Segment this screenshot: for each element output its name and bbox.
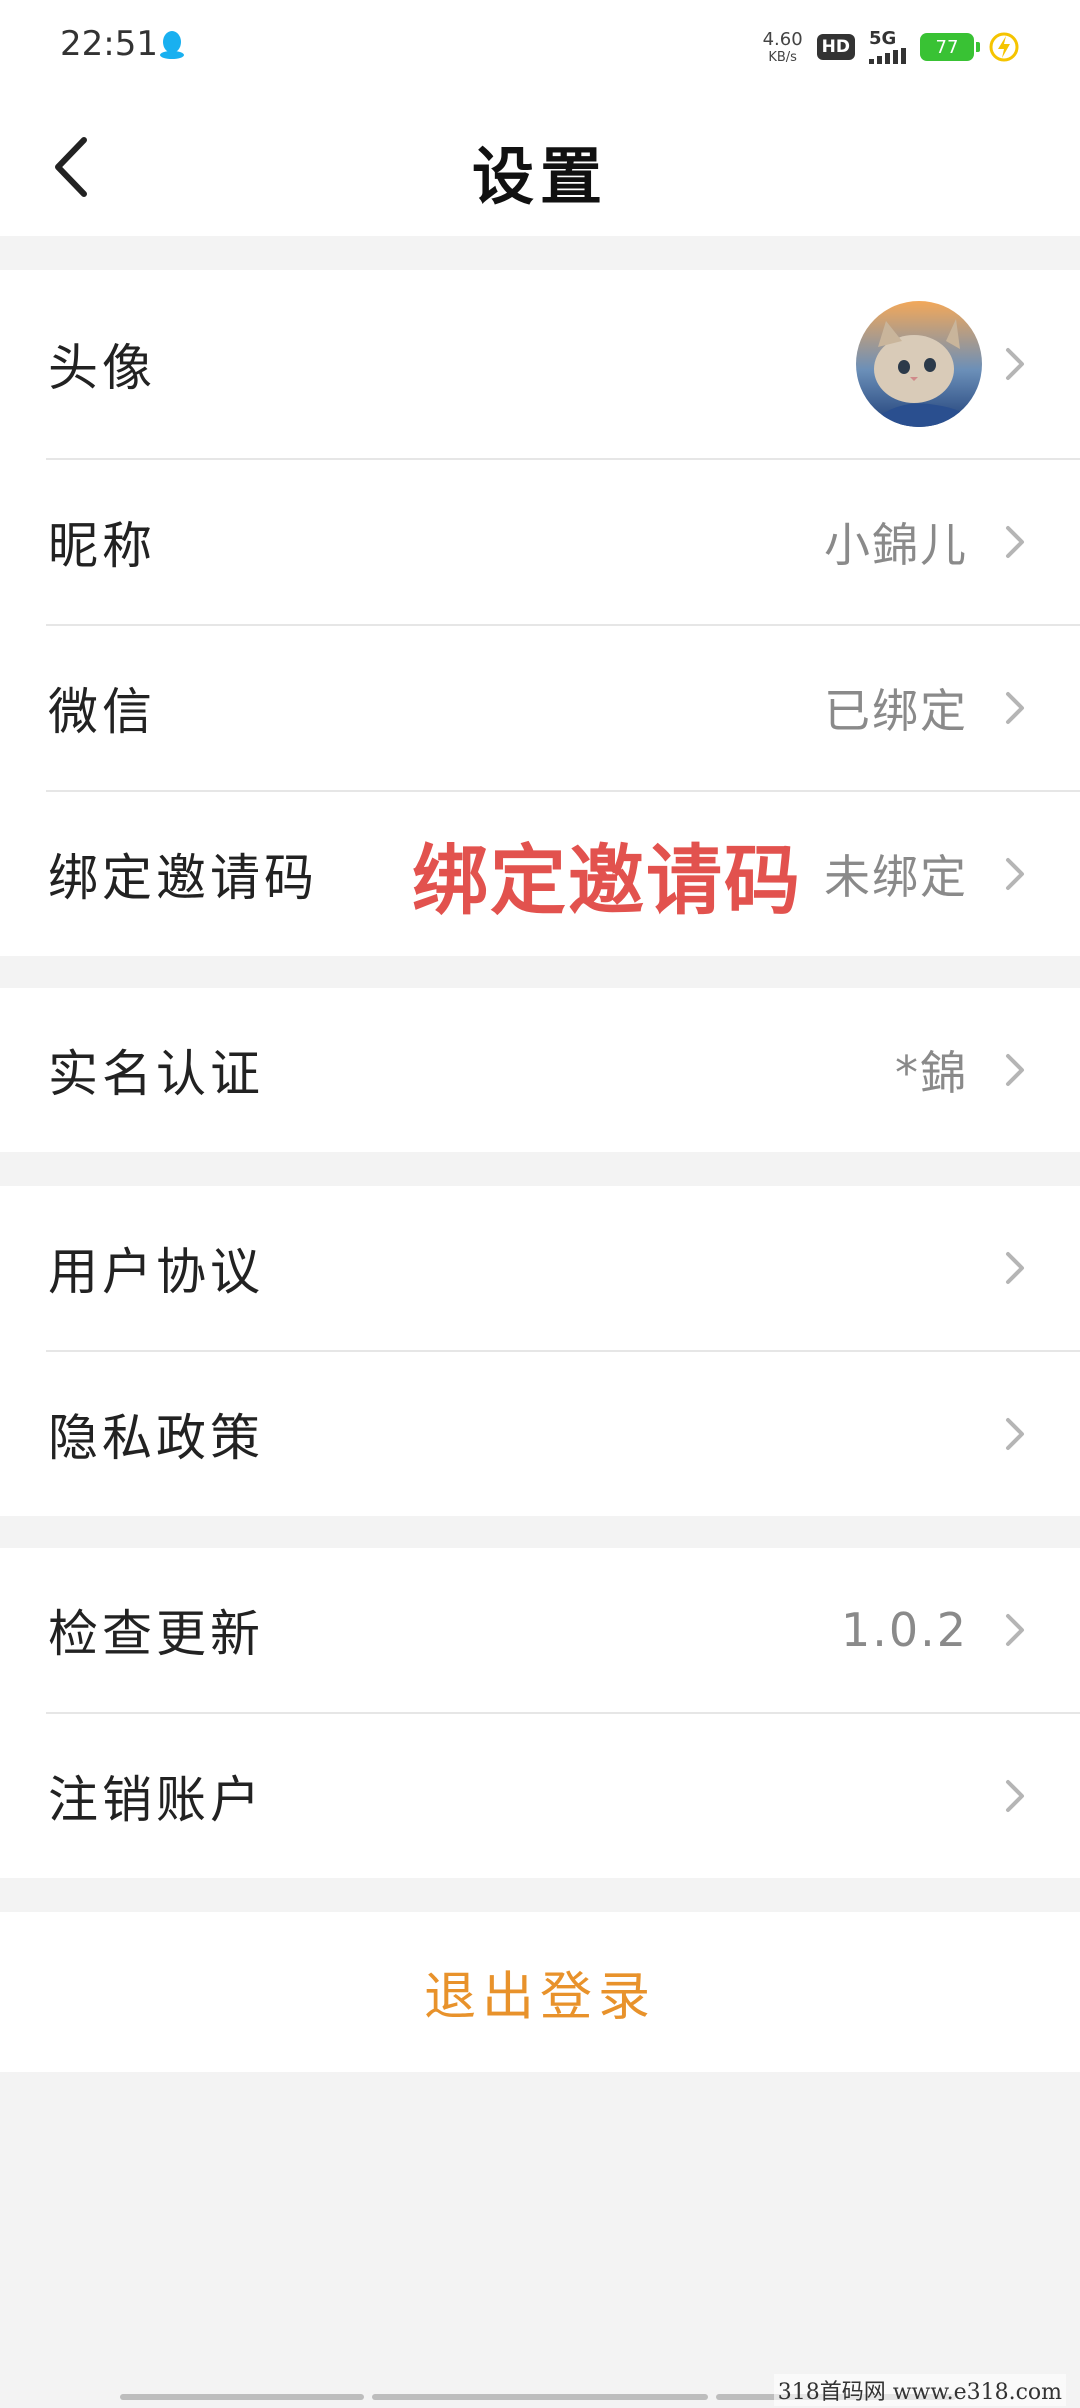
gesture-bar (372, 2394, 708, 2400)
signal-icon: 5G (869, 30, 906, 64)
logout-button[interactable]: 退出登录 (0, 1912, 1080, 2072)
net-speed: 4.60 KB/s (762, 28, 803, 65)
signal-label: 5G (869, 28, 897, 49)
realname-value: *錦 (895, 1046, 968, 1100)
chevron-right-icon (1006, 1614, 1024, 1646)
invite-code-row[interactable]: 绑定邀请码 绑定邀请码 未绑定 (0, 792, 1080, 956)
net-speed-unit: KB/s (768, 49, 797, 65)
watermark-text: 318首码网 www.e318.com (773, 2374, 1066, 2406)
logout-label: 退出登录 (423, 1967, 656, 2028)
status-indicators: 4.60 KB/s HD 5G 77 (763, 24, 1020, 70)
chevron-right-icon (1006, 1252, 1024, 1284)
chevron-right-icon (1006, 526, 1024, 558)
invite-code-label: 绑定邀请码 (48, 849, 318, 907)
user-agreement-label: 用户协议 (48, 1243, 264, 1301)
account-group: 检查更新 1.0.2 注销账户 (0, 1548, 1080, 1878)
wechat-label: 微信 (48, 683, 156, 741)
privacy-policy-row[interactable]: 隐私政策 (0, 1352, 1080, 1516)
profile-group: 头像 昵称 小錦儿 微信 已绑定 绑定邀请码 绑定邀请码 未绑定 (0, 270, 1080, 956)
chevron-right-icon (1006, 692, 1024, 724)
check-update-label: 检查更新 (48, 1605, 264, 1663)
charging-icon (989, 32, 1019, 62)
page-title: 设置 (471, 140, 608, 213)
nickname-row[interactable]: 昵称 小錦儿 (0, 460, 1080, 624)
avatar-row[interactable]: 头像 (0, 270, 1080, 458)
check-update-row[interactable]: 检查更新 1.0.2 (0, 1548, 1080, 1712)
status-time: 22:51 (60, 24, 158, 64)
privacy-policy-label: 隐私政策 (48, 1409, 264, 1467)
status-bar: 22:51 4.60 KB/s HD 5G 77 (0, 0, 1080, 96)
battery-level: 77 (935, 36, 959, 58)
chevron-right-icon (1006, 1054, 1024, 1086)
nickname-label: 昵称 (48, 517, 156, 575)
verification-group: 实名认证 *錦 (0, 988, 1080, 1152)
cat-avatar-image (856, 301, 982, 427)
qq-icon (160, 31, 184, 59)
chevron-right-icon (1006, 858, 1024, 890)
deregister-account-row[interactable]: 注销账户 (0, 1714, 1080, 1878)
net-speed-value: 4.60 (762, 28, 803, 50)
invite-code-overlay-text: 绑定邀请码 (412, 836, 802, 925)
invite-code-value: 未绑定 (824, 850, 968, 904)
legal-group: 用户协议 隐私政策 (0, 1186, 1080, 1516)
deregister-account-label: 注销账户 (48, 1771, 264, 1829)
nav-bar: 设置 (0, 96, 1080, 236)
avatar[interactable] (856, 301, 982, 427)
battery-icon: 77 (920, 33, 980, 61)
chevron-right-icon (1006, 1418, 1024, 1450)
user-agreement-row[interactable]: 用户协议 (0, 1186, 1080, 1350)
avatar-label: 头像 (48, 339, 156, 397)
chevron-right-icon (1006, 348, 1024, 380)
wechat-value: 已绑定 (824, 684, 968, 738)
hd-badge: HD (816, 34, 855, 60)
realname-row[interactable]: 实名认证 *錦 (0, 988, 1080, 1152)
version-value: 1.0.2 (840, 1603, 968, 1657)
chevron-right-icon (1006, 1780, 1024, 1812)
nickname-value: 小錦儿 (824, 518, 968, 572)
wechat-row[interactable]: 微信 已绑定 (0, 626, 1080, 790)
gesture-bar (120, 2394, 364, 2400)
realname-label: 实名认证 (48, 1045, 264, 1103)
